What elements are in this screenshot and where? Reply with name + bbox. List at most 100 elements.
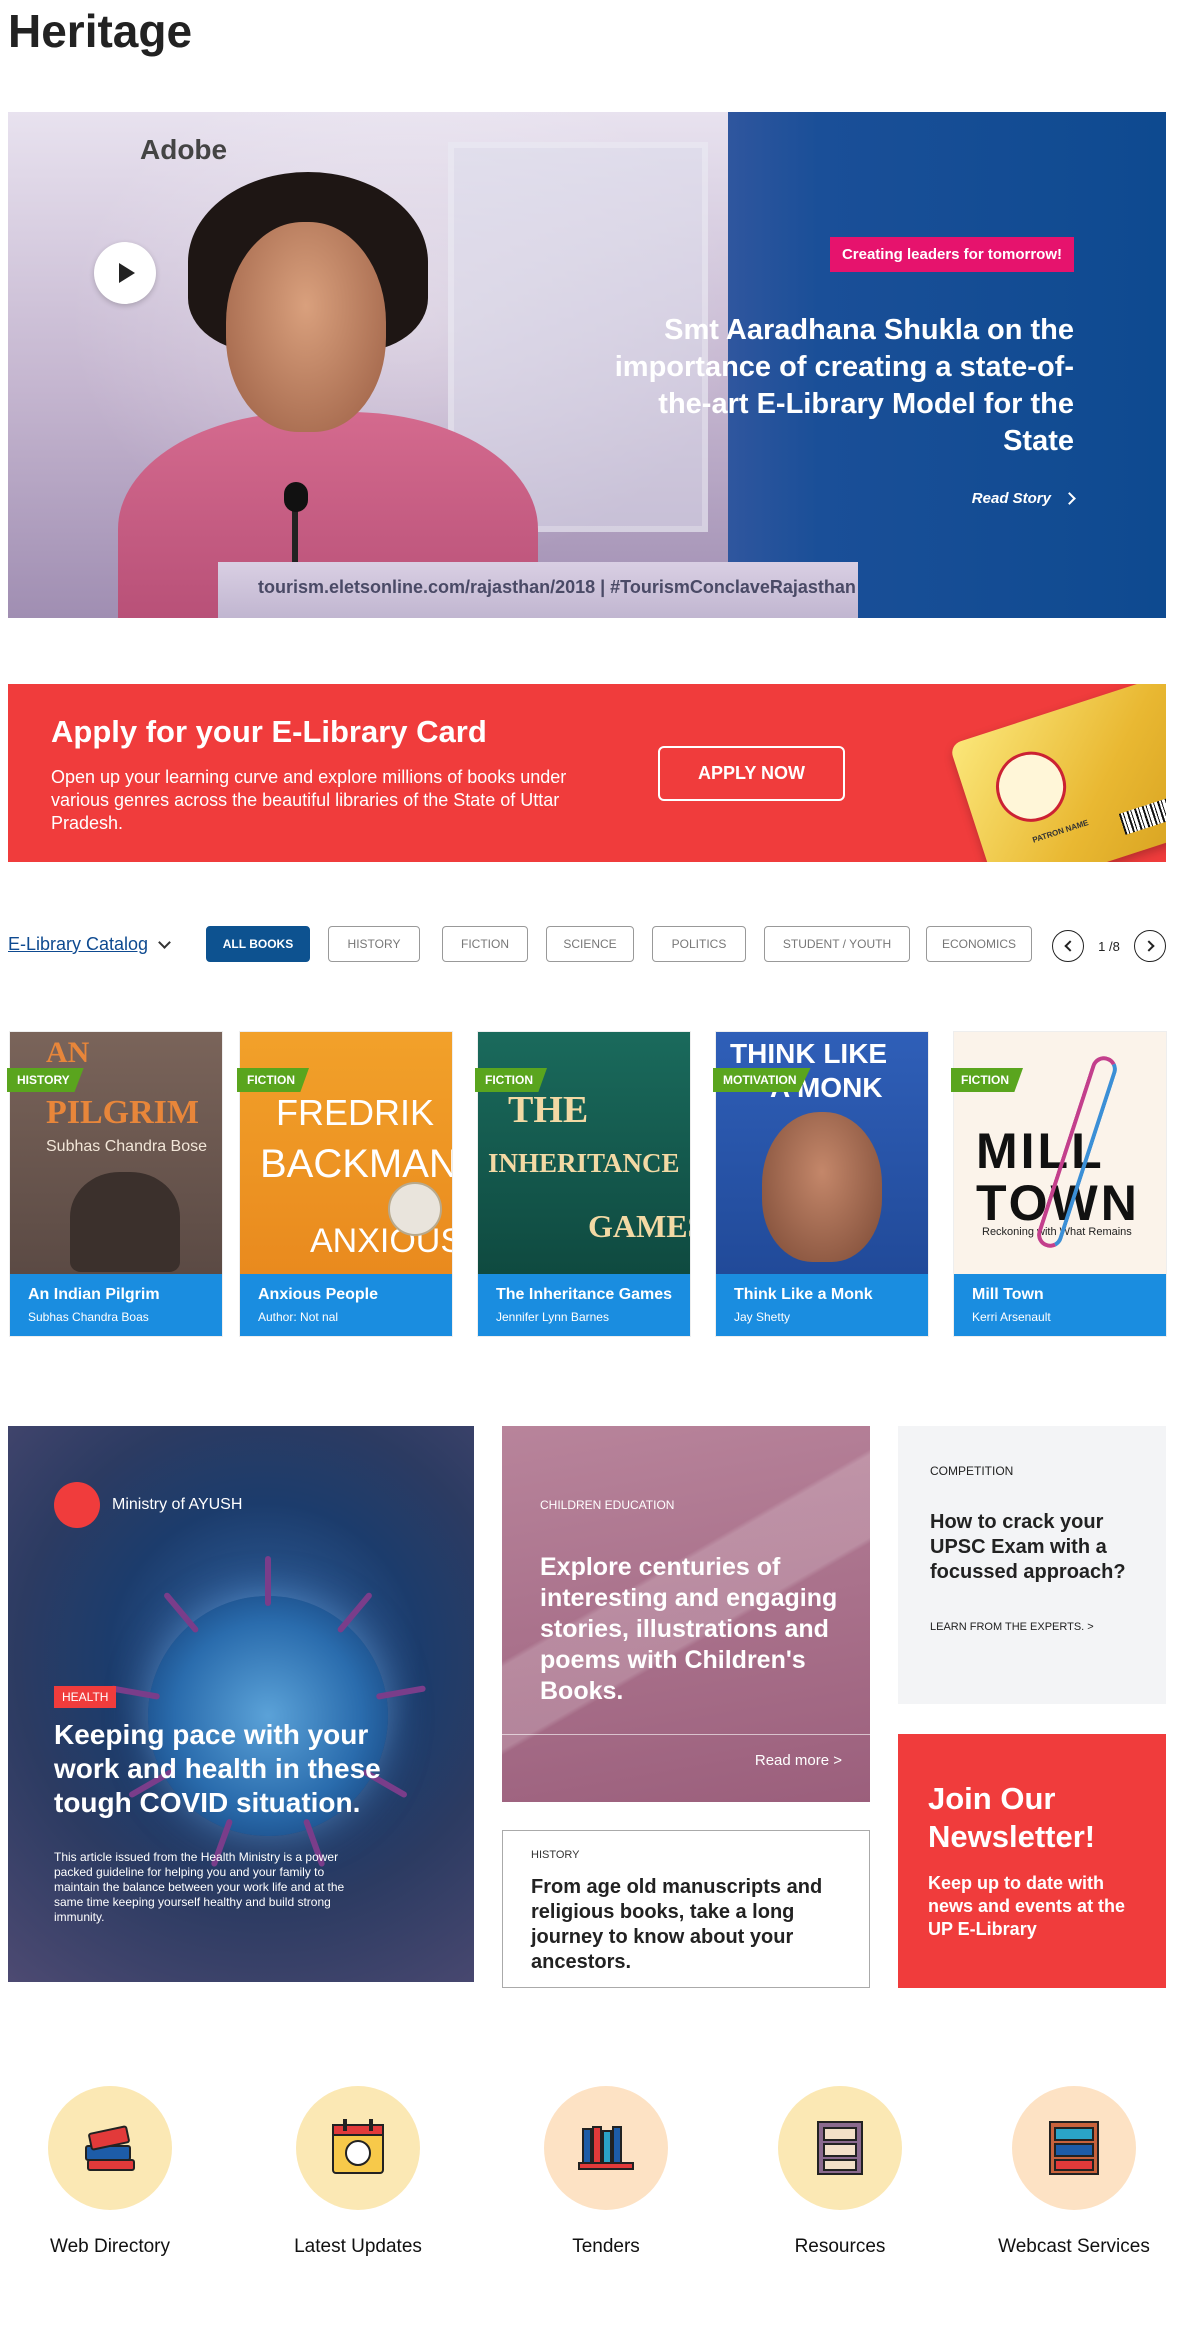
genre-tag: FICTION: [237, 1068, 309, 1092]
covid-article-title: Keeping pace with your work and health i…: [54, 1719, 381, 1818]
book-author: Author: Not nal: [258, 1310, 339, 1324]
covid-article-body: This article issued from the Health Mini…: [54, 1850, 345, 1924]
previous-page-button[interactable]: [1052, 930, 1084, 962]
genre-tag: FICTION: [475, 1068, 547, 1092]
filter-student-youth[interactable]: STUDENT / YOUTH: [764, 926, 910, 962]
library-card-image: PATRON NAME: [949, 684, 1166, 862]
calendar-day-icon: [296, 2086, 420, 2210]
divider: [502, 1734, 870, 1735]
catalog-pager: 1 /8: [1052, 926, 1166, 966]
book-card[interactable]: HISTORY AN PILGRIM Subhas Chandra Bose A…: [7, 1032, 222, 1336]
service-resources[interactable]: Resources: [730, 2086, 950, 2266]
book-card[interactable]: FICTION MILL TOWN Reckoning with What Re…: [951, 1032, 1166, 1336]
cover-text: INHERITANCE: [488, 1148, 680, 1178]
hero-headline: Smt Aaradhana Shukla on the importance o…: [614, 314, 1074, 457]
article-covid[interactable]: Ministry of AYUSH HEALTH Keeping pace wi…: [8, 1426, 474, 1982]
children-article-title: Explore centuries of interesting and eng…: [540, 1553, 838, 1705]
library-shelf-icon: [1012, 2086, 1136, 2210]
learn-from-experts-link[interactable]: LEARN FROM THE EXPERTS. >: [930, 1621, 1134, 1633]
filter-politics[interactable]: POLITICS: [652, 926, 746, 962]
book-card[interactable]: FICTION THE INHERITANCE GAMES The Inheri…: [475, 1032, 690, 1336]
book-card[interactable]: FICTION FREDRIK BACKMAN ANXIOUS Anxious …: [237, 1032, 452, 1336]
chevron-right-icon: [1142, 940, 1155, 952]
book-author: Jennifer Lynn Barnes: [496, 1310, 609, 1324]
books-icon: [48, 2086, 172, 2210]
book-info: Think Like a Monk Jay Shetty: [716, 1274, 928, 1336]
read-story-label: Read Story: [971, 490, 1051, 507]
book-title: An Indian Pilgrim: [28, 1286, 160, 1303]
filter-history[interactable]: HISTORY: [328, 926, 420, 962]
catalog-filter-bar: E-Library Catalog ALL BOOKS HISTORY FICT…: [8, 926, 1166, 966]
pager-text: 1 /8: [1098, 938, 1120, 954]
filter-science[interactable]: SCIENCE: [546, 926, 634, 962]
hero-logo-text: Adobe: [140, 134, 228, 165]
service-label: Resources: [794, 2236, 886, 2257]
catalog-title: E-Library Catalog: [8, 934, 149, 954]
cover-text: Subhas Chandra Bose: [46, 1138, 207, 1155]
read-story-link[interactable]: Read Story: [971, 490, 1076, 507]
chevron-down-icon: [158, 935, 171, 949]
newsletter-body: Keep up to date with news and events at …: [928, 1873, 1126, 1939]
apply-now-button[interactable]: APPLY NOW: [658, 746, 845, 801]
book-author: Subhas Chandra Boas: [28, 1310, 149, 1324]
book-author: Jay Shetty: [734, 1310, 791, 1324]
play-icon: [119, 263, 135, 283]
service-latest-updates[interactable]: Latest Updates: [248, 2086, 468, 2266]
genre-tag: HISTORY: [7, 1068, 84, 1092]
virus-spike: [375, 1685, 427, 1700]
next-page-button[interactable]: [1134, 930, 1166, 962]
seal-icon: [986, 742, 1076, 831]
ministry-logo-icon: [54, 1482, 100, 1528]
competition-tag: COMPETITION: [930, 1464, 1014, 1478]
bookshelf-icon: [544, 2086, 668, 2210]
card-banner-title: Apply for your E-Library Card: [51, 714, 487, 749]
cover-text: BACKMAN: [260, 1142, 452, 1186]
service-webcast[interactable]: Webcast Services: [964, 2086, 1184, 2266]
virus-spike: [109, 1685, 161, 1700]
cover-text: FREDRIK: [276, 1092, 435, 1133]
service-label: Latest Updates: [294, 2236, 422, 2257]
newsletter-title: Join Our Newsletter!: [928, 1781, 1096, 1854]
library-card-banner: Apply for your E-Library Card Open up yo…: [8, 684, 1166, 862]
read-more-link[interactable]: Read more >: [755, 1752, 842, 1769]
ministry-name: Ministry of AYUSH: [112, 1496, 243, 1513]
service-tenders[interactable]: Tenders: [496, 2086, 716, 2266]
competition-article-title: How to crack your UPSC Exam with a focus…: [930, 1511, 1126, 1583]
catalog-dropdown[interactable]: E-Library Catalog: [8, 934, 171, 955]
newsletter-card[interactable]: Join Our Newsletter! Keep up to date wit…: [898, 1734, 1166, 1988]
book-card[interactable]: MOTIVATION THINK LIKE A MONK Think Like …: [713, 1032, 928, 1336]
book-title: Think Like a Monk: [734, 1286, 873, 1303]
hero-banner[interactable]: Adobe tourism.eletsonline.com/rajasthan/…: [8, 112, 1166, 618]
microphone-icon: [284, 482, 308, 512]
virus-spike: [336, 1591, 374, 1634]
book-info: An Indian Pilgrim Subhas Chandra Boas: [10, 1274, 222, 1336]
article-history[interactable]: HISTORY From age old manuscripts and rel…: [502, 1830, 870, 1988]
service-web-directory[interactable]: Web Directory: [0, 2086, 220, 2266]
book-info: Anxious People Author: Not nal: [240, 1274, 452, 1336]
play-video-button[interactable]: [94, 242, 156, 304]
article-competition[interactable]: COMPETITION How to crack your UPSC Exam …: [898, 1426, 1166, 1704]
genre-tag: MOTIVATION: [713, 1068, 811, 1092]
book-author: Kerri Arsenault: [972, 1310, 1051, 1324]
barcode-icon: [1118, 792, 1166, 835]
book-title: The Inheritance Games: [496, 1286, 673, 1303]
cover-text: PILGRIM: [46, 1094, 199, 1131]
filter-economics[interactable]: ECONOMICS: [926, 926, 1032, 962]
cabinet-icon: [778, 2086, 902, 2210]
hero-speaker-face: [226, 222, 386, 432]
article-children-education[interactable]: CHILDREN EDUCATION Explore centuries of …: [502, 1426, 870, 1802]
filter-fiction[interactable]: FICTION: [442, 926, 528, 962]
health-tag: HEALTH: [54, 1686, 117, 1708]
cover-text: THINK LIKE: [730, 1038, 888, 1069]
filter-all-books[interactable]: ALL BOOKS: [206, 926, 310, 962]
chevron-right-icon: [1063, 492, 1076, 505]
virus-spike: [265, 1556, 271, 1606]
hero-tag: Creating leaders for tomorrow!: [829, 237, 1074, 272]
service-label: Tenders: [572, 2236, 640, 2257]
genre-tag: FICTION: [951, 1068, 1023, 1092]
page-title: Heritage: [8, 5, 193, 57]
cover-portrait: [762, 1112, 882, 1262]
hero-podium-text: tourism.eletsonline.com/rajasthan/2018 |…: [258, 577, 856, 597]
chevron-left-icon: [1063, 940, 1076, 952]
cover-text: THE: [508, 1089, 589, 1131]
